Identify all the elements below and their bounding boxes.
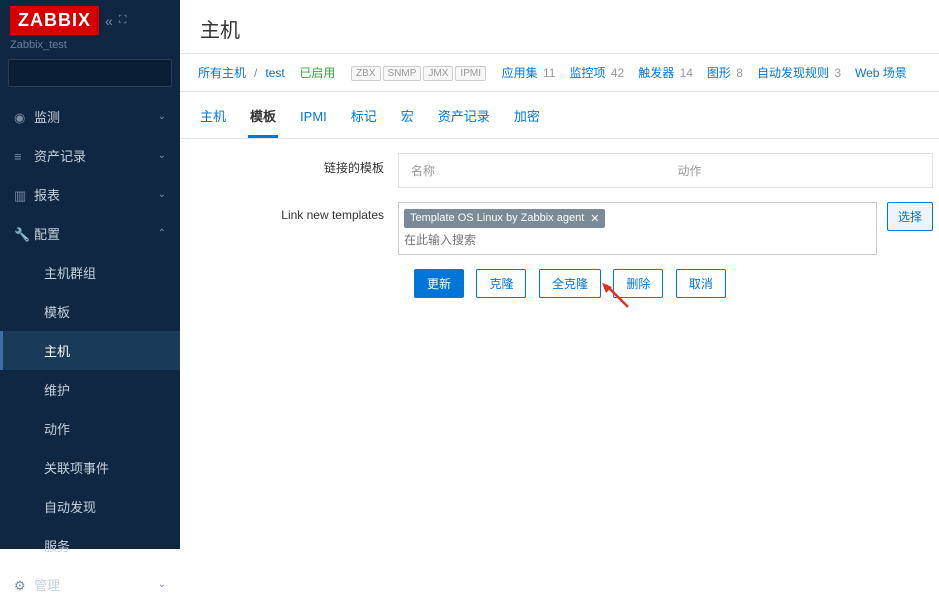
breadcrumb-link[interactable]: 监控项 42 (569, 66, 624, 80)
nav-icon: ◉ (14, 110, 34, 126)
breadcrumb-link[interactable]: 自动发现规则 3 (757, 66, 841, 80)
tab[interactable]: 标记 (349, 100, 379, 135)
collapse-icon[interactable]: « (105, 13, 113, 29)
update-button[interactable]: 更新 (414, 269, 464, 298)
form-area: 链接的模板 名称 动作 Link new templates Template … (180, 139, 939, 312)
nav-icon: ≡ (14, 149, 34, 164)
interface-tag: JMX (423, 66, 453, 81)
tab[interactable]: IPMI (298, 103, 329, 134)
search-wrap: 🔍 (0, 59, 180, 97)
select-button[interactable]: 选择 (887, 202, 933, 231)
server-name: Zabbix_test (0, 39, 180, 59)
breadcrumb-link[interactable]: 图形 8 (707, 66, 743, 80)
chevron-icon: ⌄ (158, 579, 166, 590)
remove-template-icon[interactable]: ✕ (590, 212, 599, 225)
chevron-icon: ⌄ (158, 150, 166, 161)
page-title: 主机 (180, 0, 939, 54)
tab[interactable]: 宏 (399, 100, 416, 135)
nav-sub-item[interactable]: 动作 (0, 409, 180, 448)
tab[interactable]: 资产记录 (436, 100, 492, 135)
chevron-icon: ⌄ (158, 111, 166, 122)
link-new-label: Link new templates (198, 202, 398, 222)
sidebar: ZABBIX « ⛶ Zabbix_test 🔍 ◉监测⌄≡资产记录⌄▥报表⌄🔧… (0, 0, 180, 549)
status-badge: 已启用 (299, 64, 335, 81)
nav-icon: ▥ (14, 188, 34, 204)
nav-sub-item[interactable]: 主机 (0, 331, 180, 370)
action-buttons: 更新 克隆 全克隆 删除 取消 (198, 269, 933, 298)
nav-icon: 🔧 (14, 227, 34, 243)
chevron-icon: ⌄ (158, 189, 166, 200)
interface-tags: ZBXSNMPJMXIPMI (350, 65, 487, 81)
sidebar-header: ZABBIX « ⛶ (0, 0, 180, 39)
template-chip-label: Template OS Linux by Zabbix agent (410, 212, 584, 224)
breadcrumb-host[interactable]: test (265, 66, 284, 80)
nav-sub-item[interactable]: 维护 (0, 370, 180, 409)
separator: / (254, 66, 257, 80)
interface-tag: SNMP (383, 66, 422, 81)
tab[interactable]: 主机 (198, 100, 228, 135)
tabs: 主机模板 IPMI 标记宏资产记录加密 (180, 92, 939, 139)
nav-icon: ⚙ (14, 578, 34, 594)
nav-item-1[interactable]: ≡资产记录⌄ (0, 136, 180, 175)
linked-col-name: 名称 (399, 154, 666, 187)
nav-sub-item[interactable]: 服务 (0, 526, 180, 565)
nav: ◉监测⌄≡资产记录⌄▥报表⌄🔧配置⌃主机群组模板主机维护动作关联项事件自动发现服… (0, 97, 180, 604)
breadcrumb-all-hosts[interactable]: 所有主机 (198, 64, 246, 81)
cancel-button[interactable]: 取消 (676, 269, 726, 298)
linked-templates-table: 名称 动作 (398, 153, 933, 188)
multi-select[interactable]: Template OS Linux by Zabbix agent ✕ (398, 202, 877, 255)
nav-item-2[interactable]: ▥报表⌄ (0, 175, 180, 214)
delete-button[interactable]: 删除 (613, 269, 663, 298)
chevron-icon: ⌃ (158, 228, 166, 239)
tab[interactable]: 加密 (512, 100, 542, 135)
tab[interactable]: 模板 (248, 100, 278, 138)
main: 主机 所有主机 / test 已启用 ZBXSNMPJMXIPMI 应用集 11… (180, 0, 939, 549)
interface-tag: ZBX (351, 66, 380, 81)
logo[interactable]: ZABBIX (10, 6, 99, 35)
nav-item-3[interactable]: 🔧配置⌃ (0, 214, 180, 253)
nav-item-4[interactable]: ⚙管理⌄ (0, 565, 180, 604)
breadcrumb-link[interactable]: Web 场景 (855, 66, 907, 80)
nav-item-0[interactable]: ◉监测⌄ (0, 97, 180, 136)
nav-sub-item[interactable]: 自动发现 (0, 487, 180, 526)
breadcrumb-row: 所有主机 / test 已启用 ZBXSNMPJMXIPMI 应用集 11 监控项… (180, 54, 939, 92)
template-chip: Template OS Linux by Zabbix agent ✕ (404, 209, 605, 228)
linked-col-action: 动作 (666, 154, 933, 187)
clone-button[interactable]: 克隆 (476, 269, 526, 298)
full-clone-button[interactable]: 全克隆 (539, 269, 601, 298)
breadcrumb-link[interactable]: 应用集 11 (502, 66, 556, 80)
interface-tag: IPMI (455, 66, 486, 81)
search-box[interactable]: 🔍 (8, 59, 172, 87)
template-search-input[interactable] (404, 231, 871, 249)
expand-icon[interactable]: ⛶ (119, 14, 127, 27)
breadcrumb-links: 应用集 11 监控项 42 触发器 14 图形 8 自动发现规则 3 Web 场景 (502, 64, 921, 81)
nav-sub-item[interactable]: 关联项事件 (0, 448, 180, 487)
search-input[interactable] (9, 60, 174, 86)
nav-sub-item[interactable]: 模板 (0, 292, 180, 331)
breadcrumb-link[interactable]: 触发器 14 (638, 66, 693, 80)
nav-sub-item[interactable]: 主机群组 (0, 253, 180, 292)
linked-templates-label: 链接的模板 (198, 153, 398, 176)
